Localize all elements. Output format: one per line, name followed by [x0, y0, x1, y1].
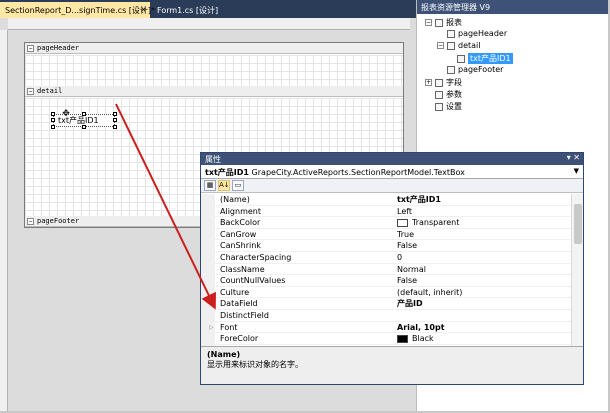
tree-item-detail[interactable]: − detail [437, 41, 480, 50]
color-swatch [397, 334, 408, 343]
explorer-title: 报表资源管理器 V9 [417, 0, 608, 14]
property-row[interactable]: DistinctField [201, 310, 573, 322]
property-row[interactable]: ▷ Font Arial, 10pt [201, 322, 573, 334]
properties-toolbar: ▦ A↓ ▭ [201, 179, 583, 193]
tree-item-report[interactable]: − 报表 [425, 17, 462, 28]
collapse-icon[interactable]: − [437, 42, 444, 49]
property-row[interactable]: CanGrow True [201, 229, 573, 241]
resize-handle[interactable] [51, 112, 55, 116]
property-grid-scrollbar[interactable] [571, 194, 583, 346]
scrollbar-thumb[interactable] [574, 204, 582, 244]
move-handle-icon[interactable]: ✥ [61, 109, 71, 119]
screenshot: SectionReport_D...signTime.cs [设计]* × Fo… [0, 0, 610, 413]
property-row[interactable]: Alignment Left [201, 206, 573, 218]
property-row[interactable]: Culture (default, inherit) [201, 287, 573, 299]
section-icon [447, 65, 455, 74]
categorized-icon[interactable]: ▦ [204, 180, 216, 191]
resize-handle[interactable] [113, 125, 117, 129]
tab-form1[interactable]: Form1.cs [设计] [152, 2, 240, 18]
property-grid[interactable]: (Name) txt产品ID1 Alignment Left BackColor… [201, 194, 573, 346]
expand-icon[interactable]: ▷ [209, 322, 214, 333]
section-icon [447, 29, 455, 38]
collapse-icon[interactable]: − [27, 45, 34, 52]
resize-handle[interactable] [51, 125, 55, 129]
vertical-ruler [0, 30, 8, 411]
resize-handle[interactable] [113, 112, 117, 116]
tab-label: Form1.cs [设计] [157, 6, 219, 15]
chevron-down-icon[interactable]: ▼ [574, 167, 579, 175]
window-buttons[interactable]: ▾ ✕ [567, 153, 580, 162]
color-swatch [397, 218, 408, 227]
expand-icon[interactable]: + [425, 79, 432, 86]
properties-title-bar[interactable]: 属性 ▾ ✕ [201, 153, 583, 165]
tab-section-report[interactable]: SectionReport_D...signTime.cs [设计]* × [0, 2, 155, 18]
resize-handle[interactable] [82, 112, 86, 116]
collapse-icon[interactable]: − [27, 88, 34, 95]
property-row[interactable]: ClassName Normal [201, 264, 573, 276]
tree-item-fields[interactable]: + 字段 [425, 77, 462, 88]
tree-item-textbox[interactable]: txt产品ID1 [457, 53, 513, 64]
resize-handle[interactable] [51, 118, 55, 122]
collapse-icon[interactable]: − [425, 19, 432, 26]
properties-window[interactable]: 属性 ▾ ✕ txt产品ID1 GrapeCity.ActiveReports.… [200, 152, 584, 385]
section-icon [447, 41, 455, 50]
textbox-icon [457, 54, 465, 63]
document-tab-bar: SectionReport_D...signTime.cs [设计]* × Fo… [0, 0, 418, 18]
tree-item-page-header[interactable]: pageHeader [447, 29, 507, 38]
collapse-icon[interactable]: − [27, 218, 34, 225]
property-row[interactable]: (Name) txt产品ID1 [201, 194, 573, 206]
tree-item-page-footer[interactable]: pageFooter [447, 65, 503, 74]
property-row-datafield[interactable]: DataField 产品ID [201, 298, 573, 310]
band-header-detail[interactable]: − detail [25, 86, 403, 97]
tab-label: SectionReport_D...signTime.cs [设计]* [5, 6, 156, 15]
band-header-page-header[interactable]: − pageHeader [25, 43, 403, 54]
object-selector[interactable]: txt产品ID1 GrapeCity.ActiveReports.Section… [201, 165, 583, 179]
close-icon[interactable]: × [140, 5, 147, 14]
property-row[interactable]: CanShrink False [201, 240, 573, 252]
property-row[interactable]: CountNullValues False [201, 275, 573, 287]
settings-icon [435, 102, 443, 111]
tree-item-parameters[interactable]: 参数 [435, 89, 462, 100]
property-row[interactable]: CharacterSpacing 0 [201, 252, 573, 264]
parameters-icon [435, 90, 443, 99]
property-row[interactable]: ForeColor Black [201, 333, 573, 345]
property-description-pane: (Name) 显示用来标识对象的名字。 [201, 346, 583, 384]
report-icon [435, 18, 443, 27]
page-header-band[interactable] [25, 55, 403, 86]
property-pages-icon[interactable]: ▭ [232, 180, 244, 191]
resize-handle[interactable] [113, 118, 117, 122]
alphabetical-icon[interactable]: A↓ [218, 180, 230, 191]
fields-icon [435, 78, 443, 87]
tree-item-settings[interactable]: 设置 [435, 101, 462, 112]
horizontal-ruler [8, 18, 410, 30]
property-row[interactable]: BackColor Transparent [201, 217, 573, 229]
resize-handle[interactable] [82, 125, 86, 129]
